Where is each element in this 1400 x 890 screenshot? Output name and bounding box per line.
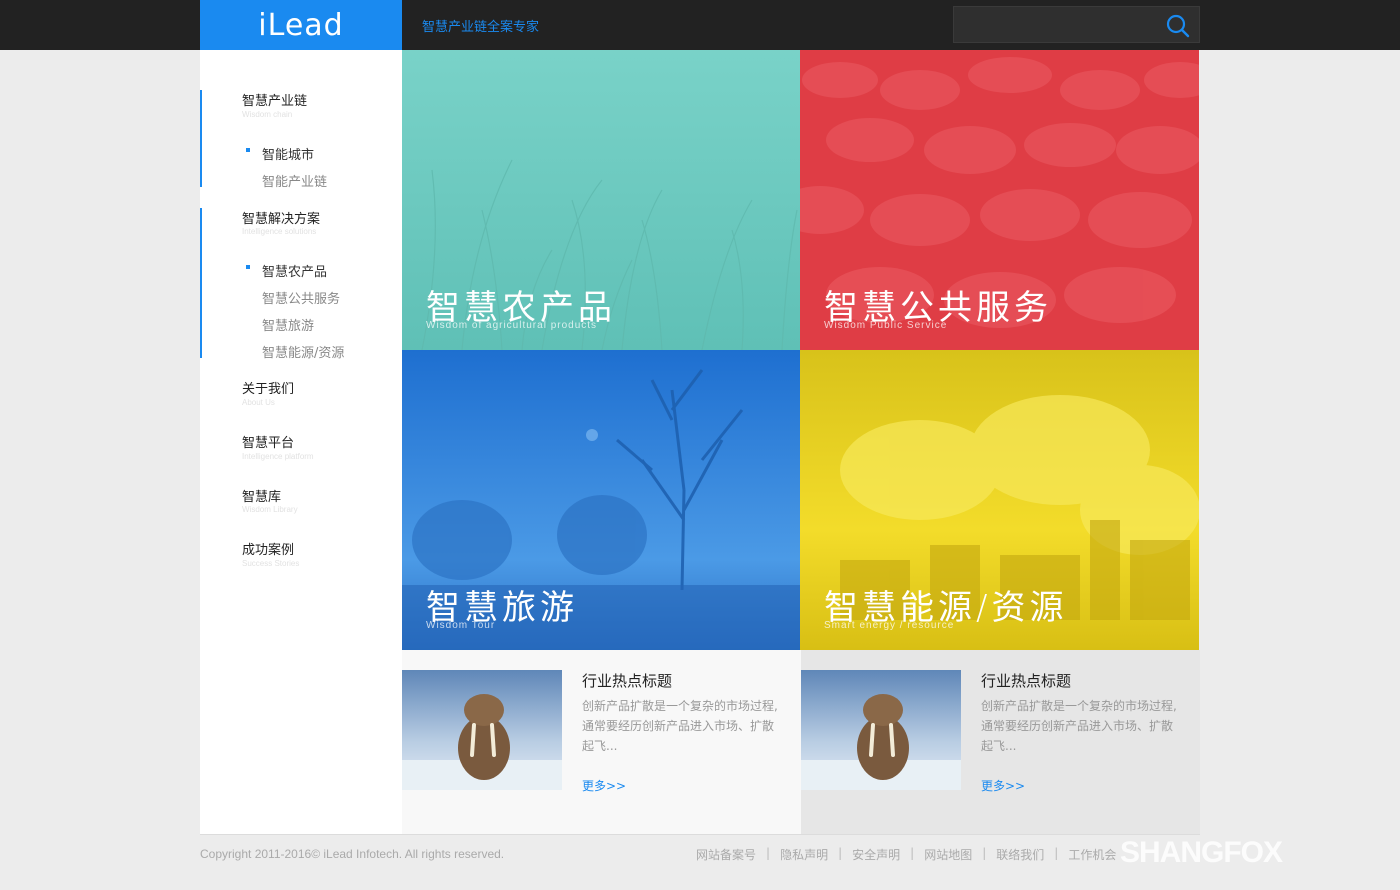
- search-icon[interactable]: [1165, 13, 1191, 39]
- nav-subtitle: Wisdom Library: [242, 505, 298, 514]
- news-title[interactable]: 行业热点标题: [582, 670, 672, 691]
- tile-subtitle: Wisdom Public Service: [824, 320, 948, 331]
- footer-link-sitemap[interactable]: 网站地图: [924, 846, 972, 863]
- more-link[interactable]: 更多>>: [582, 777, 626, 794]
- nav-item-agri[interactable]: 智慧农产品: [262, 261, 327, 280]
- separator: |: [1054, 846, 1059, 860]
- news-summary: 创新产品扩散是一个复杂的市场过程,通常要经历创新产品进入市场、扩散起飞...: [981, 699, 1177, 753]
- footer-links: 网站备案号 | 隐私声明 | 安全声明 | 网站地图 | 联络我们 | 工作机会: [696, 846, 1116, 863]
- nav-title-about[interactable]: 关于我们: [242, 378, 294, 397]
- footer-link-privacy[interactable]: 隐私声明: [780, 846, 828, 863]
- news-summary: 创新产品扩散是一个复杂的市场过程,通常要经历创新产品进入市场、扩散起飞...: [582, 699, 778, 753]
- news-title[interactable]: 行业热点标题: [981, 670, 1071, 691]
- tile-tour[interactable]: 智慧旅游 Wisdom Tour: [402, 350, 801, 650]
- top-bar: iLead 智慧产业链全案专家: [0, 0, 1400, 50]
- logo[interactable]: iLead: [200, 0, 402, 50]
- nav-group-about: 关于我们 About Us: [200, 378, 402, 418]
- tile-subtitle: Smart energy / resource: [824, 620, 955, 631]
- sidebar: 智慧产业链 Wisdom chain 智能城市 智能产业链 智慧解决方案 Int…: [200, 50, 402, 835]
- nav-group-library: 智慧库 Wisdom Library: [200, 486, 402, 526]
- nav-subtitle: About Us: [242, 398, 275, 407]
- nav-title-cases[interactable]: 成功案例: [242, 539, 294, 558]
- nav-group-platform: 智慧平台 Intelligence platform: [200, 432, 402, 472]
- nav-item-smart-city[interactable]: 智能城市: [262, 144, 314, 163]
- watermark-logo: SHANGFOX: [1120, 826, 1380, 874]
- svg-text:SHANGFOX: SHANGFOX: [1120, 836, 1283, 869]
- nav-subtitle: Success Stories: [242, 559, 300, 568]
- separator: |: [982, 846, 987, 860]
- walrus-image[interactable]: [801, 670, 961, 790]
- footer-link-contact[interactable]: 联络我们: [996, 846, 1044, 863]
- walrus-image[interactable]: [402, 670, 562, 790]
- tagline: 智慧产业链全案专家: [422, 20, 540, 35]
- news-card: 行业热点标题 创新产品扩散是一个复杂的市场过程,通常要经历创新产品进入市场、扩散…: [402, 650, 801, 835]
- nav-title-solutions[interactable]: 智慧解决方案: [242, 208, 320, 227]
- copyright: Copyright 2011-2016© iLead Infotech. All…: [200, 847, 505, 861]
- footer-link-security[interactable]: 安全声明: [852, 846, 900, 863]
- nav-title-platform[interactable]: 智慧平台: [242, 432, 294, 451]
- nav-group-solutions: 智慧解决方案 Intelligence solutions 智慧农产品 智慧公共…: [200, 208, 402, 361]
- separator: |: [766, 846, 771, 860]
- nav-title-wisdom-chain[interactable]: 智慧产业链: [242, 90, 307, 109]
- nav-title-library[interactable]: 智慧库: [242, 486, 281, 505]
- separator: |: [910, 846, 915, 860]
- search-box: [953, 6, 1200, 43]
- search-input[interactable]: [954, 7, 1154, 42]
- nav-subtitle: Intelligence solutions: [242, 227, 317, 236]
- separator: |: [838, 846, 843, 860]
- tile-energy[interactable]: 智慧能源/资源 Smart energy / resource: [800, 350, 1199, 650]
- nav-group-cases: 成功案例 Success Stories: [200, 539, 402, 579]
- bullet-icon: [246, 148, 250, 152]
- tile-agriculture[interactable]: 智慧农产品 Wisdom of agricultural products: [402, 50, 801, 350]
- nav-subtitle: Wisdom chain: [242, 110, 293, 119]
- nav-subtitle: Intelligence platform: [242, 452, 314, 461]
- tile-public-service[interactable]: 智慧公共服务 Wisdom Public Service: [800, 50, 1199, 350]
- nav-item-tour[interactable]: 智慧旅游: [262, 315, 314, 334]
- nav-item-smart-chain[interactable]: 智能产业链: [262, 171, 327, 190]
- footer-divider: [200, 834, 1200, 835]
- nav-item-energy[interactable]: 智慧能源/资源: [262, 342, 344, 361]
- tile-subtitle: Wisdom of agricultural products: [426, 320, 598, 331]
- news-card: 行业热点标题 创新产品扩散是一个复杂的市场过程,通常要经历创新产品进入市场、扩散…: [801, 650, 1200, 835]
- footer-link-icp[interactable]: 网站备案号: [696, 846, 756, 863]
- nav-group-wisdom-chain: 智慧产业链 Wisdom chain 智能城市 智能产业链: [200, 90, 402, 190]
- nav-item-public[interactable]: 智慧公共服务: [262, 288, 340, 307]
- tile-subtitle: Wisdom Tour: [426, 620, 496, 631]
- more-link[interactable]: 更多>>: [981, 777, 1025, 794]
- bullet-icon: [246, 265, 250, 269]
- footer-link-jobs[interactable]: 工作机会: [1068, 846, 1116, 863]
